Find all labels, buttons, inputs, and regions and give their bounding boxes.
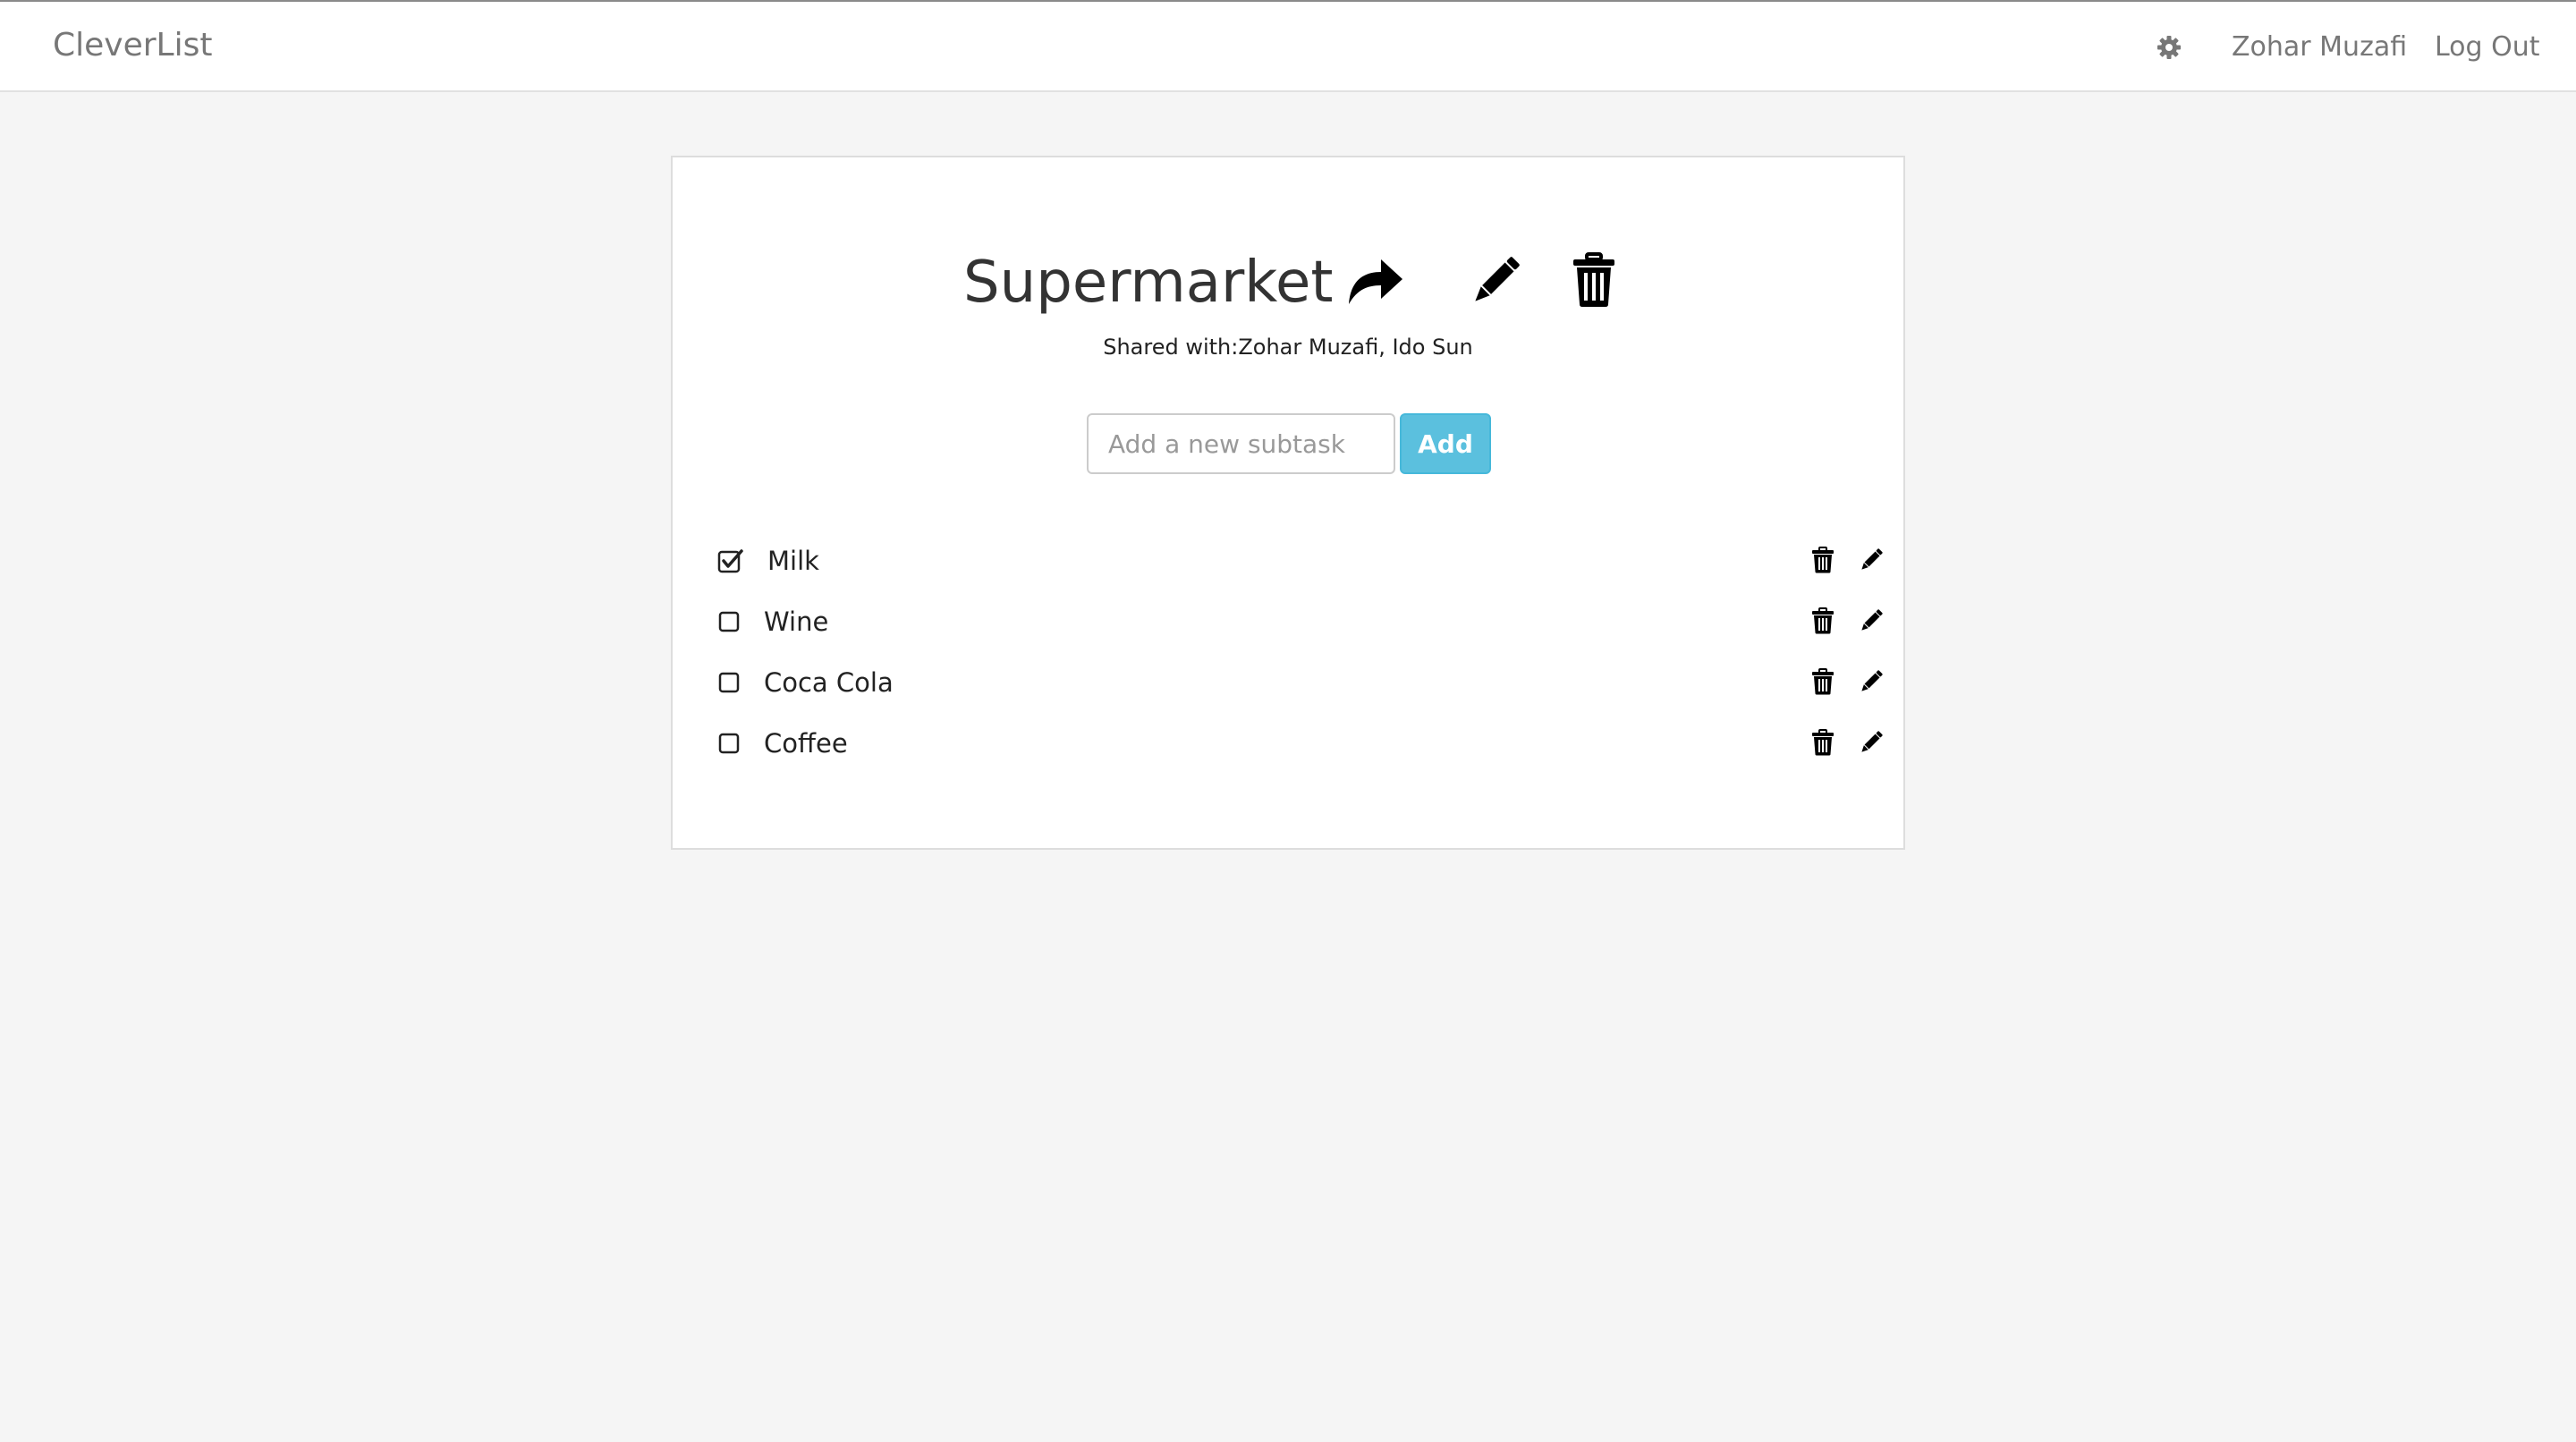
shared-with-text: Shared with:Zohar Muzafi, Ido Sun — [1103, 335, 1473, 360]
list-title: Supermarket — [963, 250, 1334, 316]
brand-logo[interactable]: CleverList — [53, 25, 212, 66]
trash-icon[interactable] — [1811, 729, 1835, 756]
nav-user-link[interactable]: Zohar Muzafi — [2232, 29, 2407, 66]
list-panel: Supermarket Shared with:Zohar Muzafi, Id… — [671, 156, 1905, 850]
subtask-row: Wine — [717, 598, 1883, 648]
top-navbar: CleverList Zohar Muzafi Log Out — [0, 0, 2576, 92]
pencil-icon[interactable] — [1859, 730, 1884, 755]
add-subtask-button[interactable]: Add — [1400, 413, 1491, 474]
new-subtask-input[interactable] — [1087, 413, 1395, 474]
logout-link[interactable]: Log Out — [2435, 29, 2540, 66]
subtask-label: Coffee — [764, 728, 848, 759]
checked-checkbox-icon[interactable] — [717, 547, 744, 574]
share-icon[interactable] — [1345, 254, 1404, 308]
trash-icon[interactable] — [1811, 668, 1835, 695]
trash-icon[interactable] — [1572, 252, 1616, 308]
checkbox-icon[interactable] — [717, 669, 744, 696]
checkbox-icon[interactable] — [717, 608, 744, 635]
gear-icon[interactable] — [2156, 34, 2182, 61]
pencil-icon[interactable] — [1859, 547, 1884, 573]
subtask-row: Coffee — [717, 719, 1883, 769]
checkbox-icon[interactable] — [717, 730, 744, 757]
subtask-label: Wine — [764, 606, 829, 637]
subtask-row: Coca Cola — [717, 658, 1883, 708]
pencil-icon[interactable] — [1859, 608, 1884, 633]
subtask-label: Coca Cola — [764, 667, 894, 698]
pencil-icon[interactable] — [1469, 254, 1522, 308]
trash-icon[interactable] — [1811, 607, 1835, 634]
subtask-label: Milk — [767, 546, 819, 576]
subtask-row: Milk — [717, 537, 1883, 587]
pencil-icon[interactable] — [1859, 669, 1884, 694]
trash-icon[interactable] — [1811, 547, 1835, 573]
